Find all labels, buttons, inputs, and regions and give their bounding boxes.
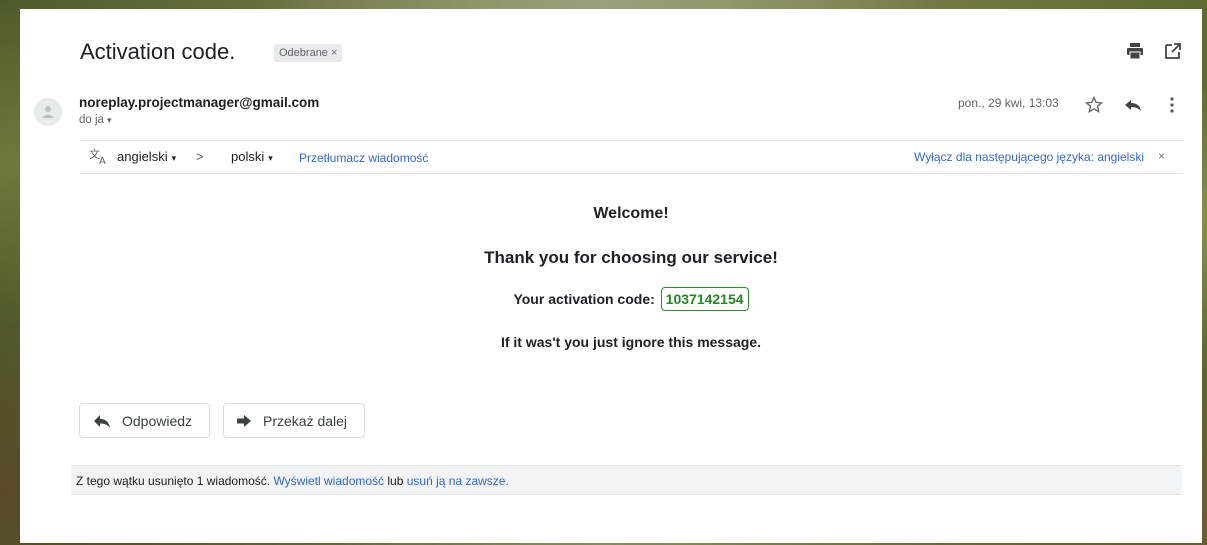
activation-code: 1037142154 [660,287,749,311]
message-thanks: Thank you for choosing our service! [484,248,778,267]
avatar-icon[interactable] [34,98,62,126]
reply-icon[interactable] [1123,95,1143,115]
dropdown-caret-icon: ▾ [171,153,177,163]
view-message-link[interactable]: Wyświetl wiadomość [273,474,384,488]
notice-text: Z tego wątku usunięto 1 wiadomość. [76,474,271,488]
close-icon[interactable]: × [1158,149,1165,163]
recipient-dropdown[interactable]: do ja ▾ [79,114,111,126]
message-ignore: If it was't you just ignore this message… [500,334,762,350]
deleted-message-notice: Z tego wątku usunięto 1 wiadomość. Wyświ… [71,465,1182,495]
turn-off-translation-link[interactable]: Wyłącz dla następującego języka: angiels… [914,150,1144,164]
email-view: Activation code. Odebrane × noreplay.proj… [20,9,1202,543]
chevron-down-icon: ▾ [106,115,112,125]
label-chip-remove[interactable]: × [331,47,337,59]
reply-button[interactable]: Odpowiedz [79,403,210,438]
source-language-select[interactable]: angielski ▾ [117,149,176,164]
recipient-label: do ja [79,114,104,126]
label-chip-inbox[interactable]: Odebrane × [274,44,343,62]
reply-arrow-icon [94,414,110,427]
more-vert-icon[interactable] [1162,95,1182,115]
divider [80,173,1183,174]
print-icon[interactable] [1125,41,1145,61]
notice-connector: lub [387,474,404,488]
translate-message-link[interactable]: Przetłumacz wiadomość [299,151,428,165]
target-language-select[interactable]: polski ▾ [231,149,273,164]
email-date: pon., 29 kwi, 13:03 [958,96,1059,110]
translate-icon: 文 A [89,147,109,167]
activation-code-line: Your activation code: 1037142154 [20,287,1207,311]
divider [80,140,1183,141]
forward-button[interactable]: Przekaż dalej [223,403,365,438]
activation-code-label: Your activation code: [513,291,655,307]
reply-button-label: Odpowiedz [122,412,193,429]
forward-arrow-icon [237,414,251,427]
chevron-right-icon: > [196,149,204,164]
delete-forever-link[interactable]: usuń ją na zawsze. [407,474,509,488]
popout-icon[interactable] [1163,41,1183,61]
svg-text:A: A [99,156,106,165]
forward-button-label: Przekaż dalej [263,412,348,429]
message-welcome: Welcome! [593,205,669,222]
label-chip-text: Odebrane [279,47,328,59]
star-icon[interactable] [1084,95,1104,115]
email-subject: Activation code. [80,39,236,64]
source-language-label: angielski [117,149,168,164]
target-language-label: polski [231,149,265,164]
dropdown-caret-icon: ▾ [268,153,273,163]
sender-email[interactable]: noreplay.projectmanager@gmail.com [79,95,319,110]
